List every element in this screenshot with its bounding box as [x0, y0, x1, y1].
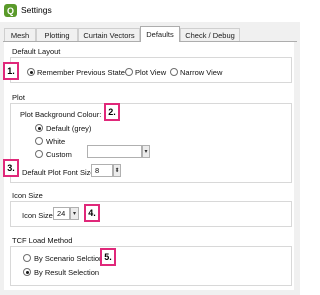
- remember-previous-state-label[interactable]: Remember Previous State: [37, 68, 125, 77]
- by-scenario-selection-radio[interactable]: [23, 254, 31, 262]
- white-label[interactable]: White: [46, 137, 65, 146]
- plot-font-size-spinbox[interactable]: 8: [91, 164, 113, 177]
- tcf-load-method-title: TCF Load Method: [12, 236, 73, 245]
- annotation-marker-2: 2.: [104, 103, 120, 121]
- default-layout-title: Default Layout: [12, 47, 61, 56]
- custom-radio[interactable]: [35, 150, 43, 158]
- plot-background-colour-label: Plot Background Colour:: [20, 110, 102, 119]
- by-result-selection-radio[interactable]: [23, 268, 31, 276]
- narrow-view-radio[interactable]: [170, 68, 178, 76]
- plot-view-radio[interactable]: [125, 68, 133, 76]
- custom-label[interactable]: Custom: [46, 150, 72, 159]
- tab-plotting[interactable]: Plotting: [36, 28, 78, 41]
- by-scenario-selection-label[interactable]: By Scenario Selction: [34, 254, 103, 263]
- tab-curtain-vectors[interactable]: Curtain Vectors: [78, 28, 140, 41]
- window-bottom-edge: [0, 290, 300, 295]
- chevron-down-icon: ▾: [72, 211, 76, 217]
- icon-size-select[interactable]: 24: [53, 207, 70, 220]
- spin-arrows-icon: ⬍: [114, 168, 120, 174]
- by-result-selection-label[interactable]: By Result Selection: [34, 268, 99, 277]
- plot-view-label[interactable]: Plot View: [135, 68, 166, 77]
- narrow-view-label[interactable]: Narrow View: [180, 68, 222, 77]
- annotation-marker-4: 4.: [84, 204, 100, 222]
- custom-colour-dropdown-button[interactable]: ▾: [142, 145, 150, 158]
- default-grey-radio[interactable]: [35, 124, 43, 132]
- plot-font-size-stepper[interactable]: ⬍: [113, 164, 121, 177]
- plot-title: Plot: [12, 93, 25, 102]
- remember-previous-state-radio[interactable]: [27, 68, 35, 76]
- tab-mesh[interactable]: Mesh: [4, 28, 36, 41]
- tab-check-debug[interactable]: Check / Debug: [180, 28, 240, 41]
- icon-size-dropdown-button[interactable]: ▾: [70, 207, 79, 220]
- annotation-marker-5: 5.: [100, 248, 116, 266]
- icon-size-label: Icon Size: [22, 211, 53, 220]
- tcf-load-method-group: [10, 246, 292, 286]
- annotation-marker-3: 3.: [3, 159, 19, 177]
- white-radio[interactable]: [35, 137, 43, 145]
- window-title: Settings: [21, 5, 52, 15]
- default-grey-label[interactable]: Default (grey): [46, 124, 91, 133]
- chevron-down-icon: ▾: [144, 149, 148, 155]
- tab-defaults[interactable]: Defaults: [140, 26, 180, 42]
- qgis-app-icon: Q: [4, 4, 17, 17]
- plot-font-size-label: Default Plot Font Size: [22, 168, 95, 177]
- custom-colour-field[interactable]: [87, 145, 142, 158]
- icon-size-title: Icon Size: [12, 191, 43, 200]
- annotation-marker-1: 1.: [3, 62, 19, 80]
